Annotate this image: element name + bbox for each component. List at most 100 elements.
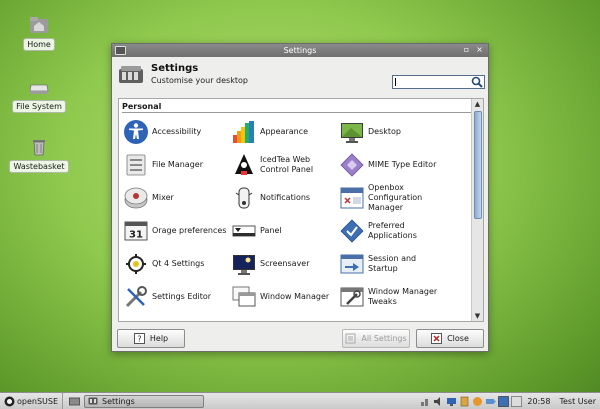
vertical-scrollbar[interactable]: ▲ ▼ — [471, 99, 483, 321]
file-manager-icon — [126, 154, 146, 176]
setting-desktop[interactable]: Desktop — [339, 117, 447, 147]
workspace-2-icon[interactable] — [511, 395, 523, 407]
desktop-icon-wastebasket[interactable]: Wastebasket — [9, 136, 69, 173]
setting-label: Accessibility — [152, 127, 202, 136]
close-icon — [431, 333, 443, 344]
setting-label: Panel — [260, 226, 282, 235]
scrollbar-thumb[interactable] — [474, 111, 482, 219]
desktop-icon-file-system[interactable]: File System — [11, 76, 67, 113]
opensuse-logo-icon — [4, 396, 15, 406]
display-icon[interactable] — [446, 396, 457, 407]
setting-label: Desktop — [368, 127, 401, 136]
svg-text:31: 31 — [129, 230, 143, 241]
settings-list-panel: Personal Accessibility Appearance Deskto… — [118, 98, 484, 322]
volume-icon[interactable] — [433, 396, 444, 407]
user-name[interactable]: Test User — [559, 397, 596, 406]
mixer-icon — [124, 187, 148, 209]
panel-icon — [232, 225, 256, 237]
setting-label: Window Manager Tweaks — [368, 287, 438, 306]
setting-screensaver[interactable]: Screensaver — [231, 249, 339, 279]
setting-label: Mixer — [152, 193, 174, 202]
clipboard-icon[interactable] — [459, 396, 470, 407]
setting-settings-editor[interactable]: Settings Editor — [123, 282, 231, 312]
setting-label: Settings Editor — [152, 292, 212, 301]
search-icon[interactable] — [471, 76, 483, 88]
minimize-button[interactable]: ▫ — [462, 45, 471, 55]
network-icon[interactable] — [420, 396, 431, 407]
setting-preferred-applications[interactable]: Preferred Applications — [339, 216, 447, 246]
trash-icon — [33, 140, 45, 156]
setting-wm-tweaks[interactable]: Window Manager Tweaks — [339, 282, 447, 312]
help-button[interactable]: ? Help — [117, 329, 185, 348]
setting-window-manager[interactable]: Window Manager — [231, 282, 339, 312]
icedtea-icon — [235, 154, 253, 175]
desktop-icon-label: Home — [23, 38, 55, 51]
close-window-button[interactable]: × — [475, 45, 484, 55]
setting-orage[interactable]: 31 Orage preferences — [123, 216, 231, 246]
header-title: Settings — [151, 63, 199, 74]
setting-panel[interactable]: Panel — [231, 216, 339, 246]
settings-header-icon — [119, 66, 143, 83]
power-icon[interactable] — [485, 396, 496, 407]
taskbar-item-settings[interactable]: Settings — [84, 394, 205, 408]
setting-label: Appearance — [260, 127, 309, 136]
qt-icon — [126, 254, 146, 274]
mime-icon — [340, 153, 364, 177]
settings-window: Settings ▫ × Settings Customise your des… — [111, 43, 489, 352]
section-divider — [122, 112, 471, 113]
setting-icedtea[interactable]: IcedTea Web Control Panel — [231, 150, 339, 180]
setting-session-startup[interactable]: Session and Startup — [339, 249, 447, 279]
show-desktop-icon[interactable] — [69, 396, 81, 407]
screensaver-icon — [233, 255, 255, 275]
setting-label: Window Manager — [260, 292, 330, 301]
svg-text:?: ? — [137, 335, 141, 344]
search-input[interactable] — [392, 75, 485, 89]
setting-file-manager[interactable]: File Manager — [123, 150, 231, 180]
wm-tweaks-icon — [340, 287, 364, 307]
all-settings-label: All Settings — [361, 334, 407, 343]
setting-label: Qt 4 Settings — [152, 259, 205, 268]
setting-label: Session and Startup — [368, 254, 417, 273]
setting-accessibility[interactable]: Accessibility — [123, 117, 231, 147]
calendar-icon: 31 — [124, 221, 148, 241]
window-menu-icon[interactable] — [115, 46, 126, 55]
setting-label: Screensaver — [260, 259, 310, 268]
close-button[interactable]: Close — [416, 329, 484, 348]
scroll-down-icon[interactable]: ▼ — [472, 311, 483, 321]
scroll-up-icon[interactable]: ▲ — [472, 99, 483, 109]
start-menu-button[interactable]: openSUSE — [0, 393, 64, 409]
setting-label: IcedTea Web Control Panel — [260, 155, 314, 174]
setting-label: Preferred Applications — [368, 221, 417, 240]
appearance-icon — [233, 121, 254, 143]
help-icon: ? — [133, 333, 145, 344]
drive-icon — [29, 84, 49, 94]
setting-qt4[interactable]: Qt 4 Settings — [123, 249, 231, 279]
setting-notifications[interactable]: Notifications — [231, 183, 339, 213]
desktop-icon-label: File System — [12, 100, 66, 113]
all-settings-button[interactable]: All Settings — [342, 329, 410, 348]
setting-label: Notifications — [260, 193, 311, 202]
window-manager-icon — [232, 286, 256, 307]
window-titlebar[interactable]: Settings ▫ × — [112, 44, 488, 57]
system-tray: 20:58 Test User — [419, 393, 600, 409]
setting-mime-type-editor[interactable]: MIME Type Editor — [339, 150, 447, 180]
setting-appearance[interactable]: Appearance — [231, 117, 339, 147]
taskbar-item-label: Settings — [102, 396, 135, 406]
desktop-icon-home[interactable]: Home — [11, 14, 67, 51]
setting-mixer[interactable]: Mixer — [123, 183, 231, 213]
accessibility-icon — [124, 120, 148, 144]
preferred-apps-icon — [340, 219, 364, 243]
all-settings-icon — [345, 333, 356, 344]
updater-icon[interactable] — [472, 396, 483, 407]
clock[interactable]: 20:58 — [527, 397, 550, 406]
settings-editor-icon — [125, 286, 147, 308]
notifications-icon — [235, 187, 253, 209]
setting-openbox[interactable]: Openbox Configuration Manager — [339, 183, 447, 213]
openbox-icon — [340, 187, 364, 209]
start-menu-label: openSUSE — [17, 396, 59, 406]
session-icon — [340, 254, 364, 274]
setting-label: Orage preferences — [152, 226, 227, 235]
home-folder-icon — [30, 17, 48, 33]
workspace-1-icon[interactable] — [498, 395, 510, 407]
taskbar: openSUSE Settings 20:58 Test User — [0, 392, 600, 409]
